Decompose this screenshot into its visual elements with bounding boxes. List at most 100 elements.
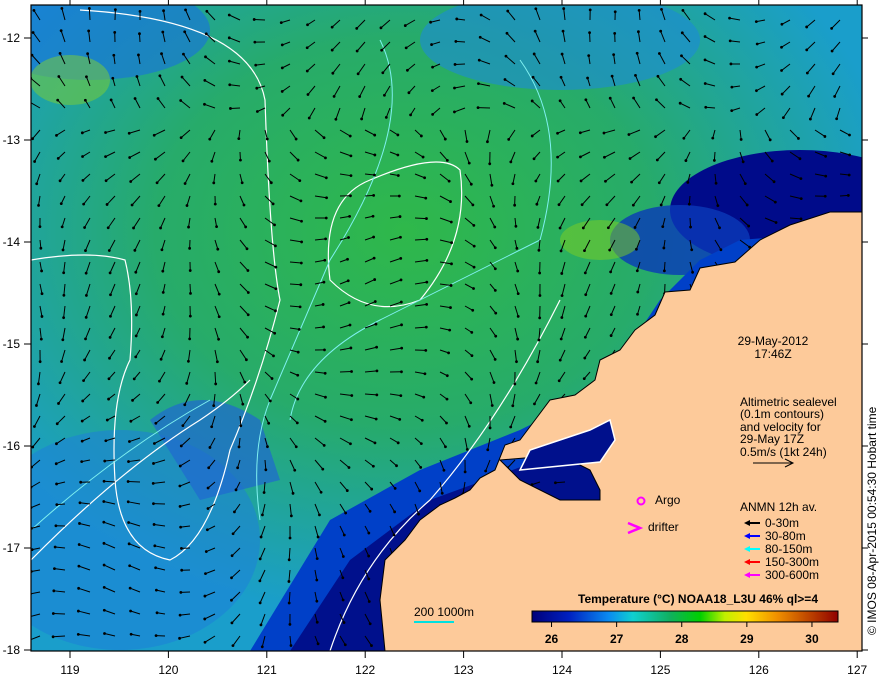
velocity-arrowhead (477, 82, 480, 86)
velocity-arrowhead (662, 269, 666, 273)
velocity-arrowhead (61, 248, 65, 252)
velocity-arrowhead (342, 621, 346, 624)
velocity-arrowhead (584, 293, 588, 297)
velocity-arrowhead (477, 58, 481, 62)
velocity-arrowhead (755, 42, 759, 46)
velocity-arrowhead (531, 75, 535, 79)
velocity-arrowhead (215, 360, 219, 364)
velocity-arrowhead (831, 72, 835, 76)
velocity-arrowhead (261, 513, 264, 517)
velocity-arrowhead (516, 269, 520, 273)
velocity-arrowhead (823, 194, 827, 198)
x-tick-label: 120 (158, 663, 178, 677)
velocity-arrowhead (83, 226, 86, 229)
velocity-arrowhead (212, 181, 216, 185)
velocity-arrowhead (680, 31, 684, 35)
velocity-arrowhead (79, 480, 83, 484)
velocity-arrowhead (400, 323, 403, 327)
velocity-arrowhead (306, 93, 310, 96)
velocity-arrowhead (160, 335, 164, 339)
velocity-arrowhead (373, 133, 377, 137)
y-tick-label: -16 (3, 439, 21, 453)
velocity-arrowhead (393, 486, 397, 490)
velocity-arrowhead (747, 224, 751, 228)
note-line: 29-May 17Z (740, 432, 804, 446)
velocity-arrowhead (504, 54, 508, 58)
velocity-arrowhead (393, 510, 397, 514)
velocity-arrowhead (129, 180, 133, 183)
velocity-arrowhead (537, 248, 541, 252)
sst-map-figure: 119 120 121 122 123 124 125 126 127 -12 -13 -14 -15… (0, 0, 880, 680)
velocity-arrowhead (203, 640, 207, 644)
velocity-arrowhead (537, 338, 541, 342)
velocity-arrowhead (684, 159, 688, 162)
velocity-arrowhead (315, 599, 319, 603)
velocity-arrowhead (630, 180, 633, 184)
velocity-arrowhead (107, 249, 111, 252)
velocity-arrowhead (38, 225, 42, 229)
velocity-arrowhead (299, 261, 303, 265)
velocity-arrowhead (488, 162, 492, 166)
velocity-arrowhead (178, 636, 181, 640)
velocity-arrowhead (425, 280, 429, 284)
velocity-arrowhead (578, 131, 582, 135)
velocity-arrowhead (472, 265, 476, 269)
velocity-arrowhead (516, 292, 520, 296)
velocity-arrowhead (183, 182, 187, 185)
velocity-arrowhead (267, 421, 271, 425)
velocity-arrowhead (635, 51, 639, 55)
velocity-arrowhead (472, 244, 476, 248)
velocity-arrowhead (679, 77, 683, 81)
velocity-arrowhead (406, 68, 409, 72)
velocity-arrowhead (506, 9, 510, 13)
velocity-arrowhead (768, 138, 772, 142)
velocity-arrowhead (294, 137, 298, 141)
velocity-arrowhead (102, 479, 106, 483)
velocity-arrowhead (455, 17, 459, 21)
velocity-arrowhead (560, 272, 564, 275)
velocity-arrowhead (384, 115, 388, 119)
velocity-arrowhead (324, 237, 327, 241)
velocity-arrowhead (503, 78, 507, 81)
velocity-arrowhead (113, 30, 117, 34)
velocity-arrowhead (305, 46, 309, 50)
velocity-arrowhead (315, 578, 319, 582)
velocity-arrowhead (295, 421, 299, 425)
y-tick-label: -15 (3, 337, 21, 351)
velocity-arrowhead (185, 381, 189, 385)
velocity-arrowhead (39, 246, 43, 250)
velocity-arrowhead (728, 39, 732, 43)
velocity-arrowhead (128, 564, 132, 568)
velocity-arrowhead (58, 51, 62, 55)
velocity-arrowhead (383, 93, 386, 97)
colorbar-tick-label: 30 (805, 632, 819, 646)
x-tick-label: 124 (552, 663, 572, 677)
velocity-arrowhead (126, 480, 130, 483)
velocity-arrowhead (135, 75, 139, 78)
velocity-arrowhead (254, 63, 258, 67)
velocity-arrowhead (584, 98, 588, 102)
velocity-arrowhead (274, 309, 277, 313)
velocity-arrowhead (704, 105, 708, 109)
velocity-arrowhead (494, 334, 498, 338)
velocity-arrowhead (396, 441, 400, 445)
velocity-arrowhead (425, 302, 429, 306)
velocity-arrowhead (323, 348, 326, 352)
velocity-arrowhead (425, 259, 429, 262)
velocity-arrowhead (430, 43, 433, 46)
velocity-arrowhead (371, 464, 375, 468)
velocity-arrowhead (189, 291, 192, 295)
velocity-arrowhead (424, 196, 428, 200)
velocity-arrowhead (208, 446, 212, 449)
velocity-arrowhead (137, 53, 140, 57)
velocity-arrowhead (214, 382, 218, 386)
velocity-arrowhead (127, 131, 131, 135)
velocity-arrowhead (655, 98, 658, 102)
velocity-arrowhead (279, 21, 283, 25)
velocity-arrowhead (556, 179, 560, 183)
velocity-arrowhead (322, 325, 325, 329)
velocity-arrowhead (245, 247, 249, 251)
velocity-arrowhead (780, 69, 783, 72)
velocity-arrowhead (296, 350, 300, 354)
colorbar-tick-label: 27 (610, 632, 624, 646)
